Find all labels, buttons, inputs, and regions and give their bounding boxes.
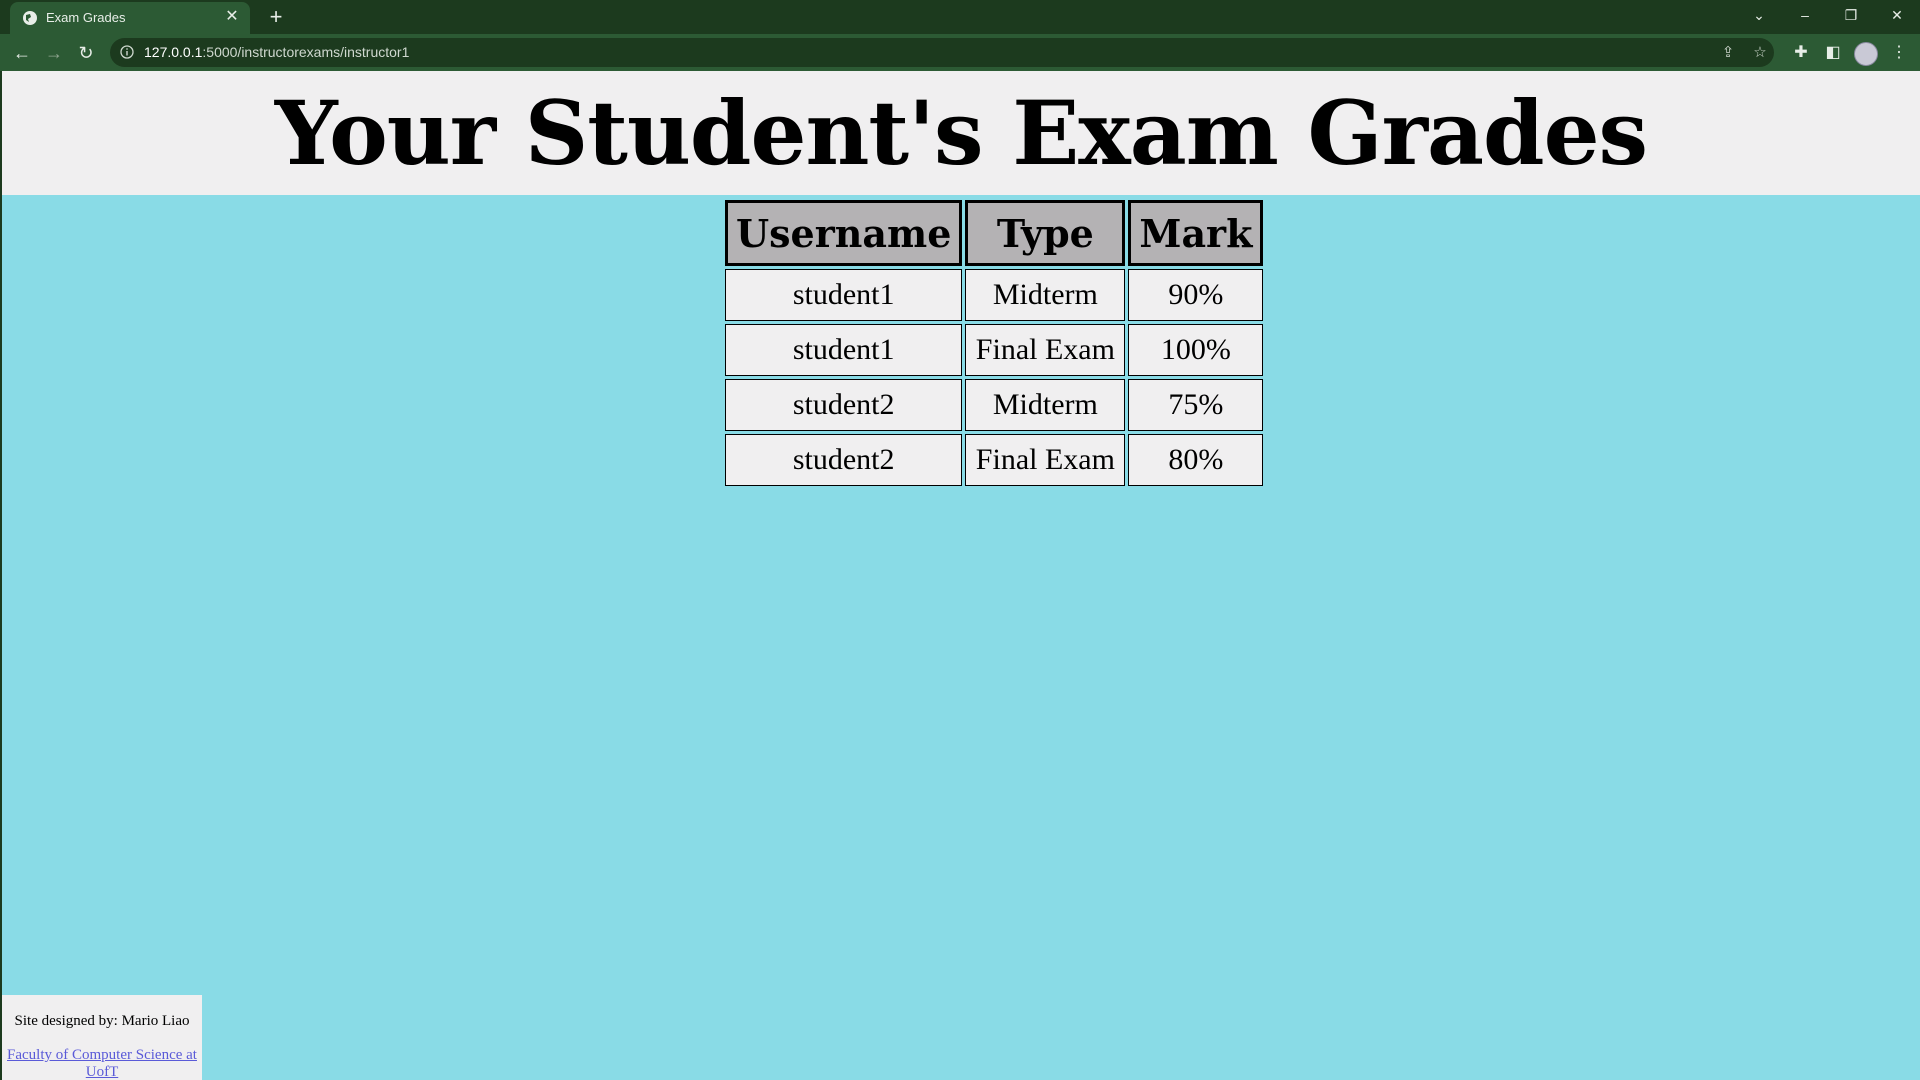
table-row: student2 Midterm 75% (725, 379, 1264, 431)
designer-credit: Site designed by: Mario Liao (14, 1013, 190, 1029)
cell-mark: 80% (1128, 434, 1264, 486)
cell-type: Midterm (965, 379, 1126, 431)
header-username: Username (725, 200, 963, 266)
url-host: 127.0.0.1 (144, 44, 203, 60)
exam-grades-table: Username Type Mark student1 Midterm 90% … (722, 197, 1266, 489)
share-icon[interactable]: ⇪ (1716, 43, 1740, 63)
tab-close-icon[interactable]: ✕ (222, 7, 242, 27)
table-row: student1 Final Exam 100% (725, 324, 1264, 376)
restore-icon[interactable]: ❐ (1828, 0, 1874, 30)
info-icon[interactable] (120, 45, 134, 59)
profile-avatar[interactable] (1854, 42, 1878, 66)
url-text: 127.0.0.1:5000/instructorexams/instructo… (144, 44, 409, 60)
table-row: student1 Midterm 90% (725, 269, 1264, 321)
header-mark: Mark (1128, 200, 1264, 266)
header-type: Type (965, 200, 1126, 266)
url-path: :5000/instructorexams/instructor1 (202, 44, 410, 60)
page-title: Your Student's Exam Grades (274, 81, 1648, 185)
browser-toolbar: ← → ↻ 127.0.0.1:5000/instructorexams/ins… (0, 34, 1920, 71)
cell-type: Midterm (965, 269, 1126, 321)
tab-search-icon[interactable]: ⌄ (1736, 0, 1782, 30)
cell-type: Final Exam (965, 434, 1126, 486)
cell-mark: 100% (1128, 324, 1264, 376)
faculty-link[interactable]: Faculty of Computer Science at UofT (2, 1047, 202, 1080)
header-band: Your Student's Exam Grades (2, 71, 1920, 195)
back-arrow-icon[interactable]: ← (8, 39, 36, 67)
cell-type: Final Exam (965, 324, 1126, 376)
tab-strip: Exam Grades ✕ + ⌄ – ❐ ✕ (0, 0, 1920, 34)
table-header-row: Username Type Mark (725, 200, 1264, 266)
table-row: student2 Final Exam 80% (725, 434, 1264, 486)
reload-icon[interactable]: ↻ (72, 39, 100, 67)
extensions-puzzle-icon[interactable]: ✚ (1788, 40, 1814, 66)
site-footer: Site designed by: Mario Liao Faculty of … (2, 995, 202, 1080)
side-panel-icon[interactable]: ◧ (1820, 40, 1846, 66)
bookmark-star-icon[interactable]: ☆ (1748, 43, 1772, 63)
tab-title: Exam Grades (46, 10, 126, 25)
cell-username: student2 (725, 434, 963, 486)
address-bar[interactable]: 127.0.0.1:5000/instructorexams/instructo… (110, 38, 1774, 67)
new-tab-button[interactable]: + (262, 4, 290, 30)
globe-icon (23, 11, 37, 25)
cell-username: student1 (725, 324, 963, 376)
minimize-icon[interactable]: – (1782, 0, 1828, 30)
forward-arrow-icon[interactable]: → (40, 39, 68, 67)
cell-mark: 90% (1128, 269, 1264, 321)
page-viewport: Your Student's Exam Grades Username Type… (2, 71, 1920, 1080)
menu-kebab-icon[interactable]: ⋮ (1886, 40, 1912, 66)
window-close-icon[interactable]: ✕ (1874, 0, 1920, 30)
tab-exam-grades[interactable]: Exam Grades ✕ (10, 2, 250, 34)
cell-mark: 75% (1128, 379, 1264, 431)
cell-username: student2 (725, 379, 963, 431)
cell-username: student1 (725, 269, 963, 321)
